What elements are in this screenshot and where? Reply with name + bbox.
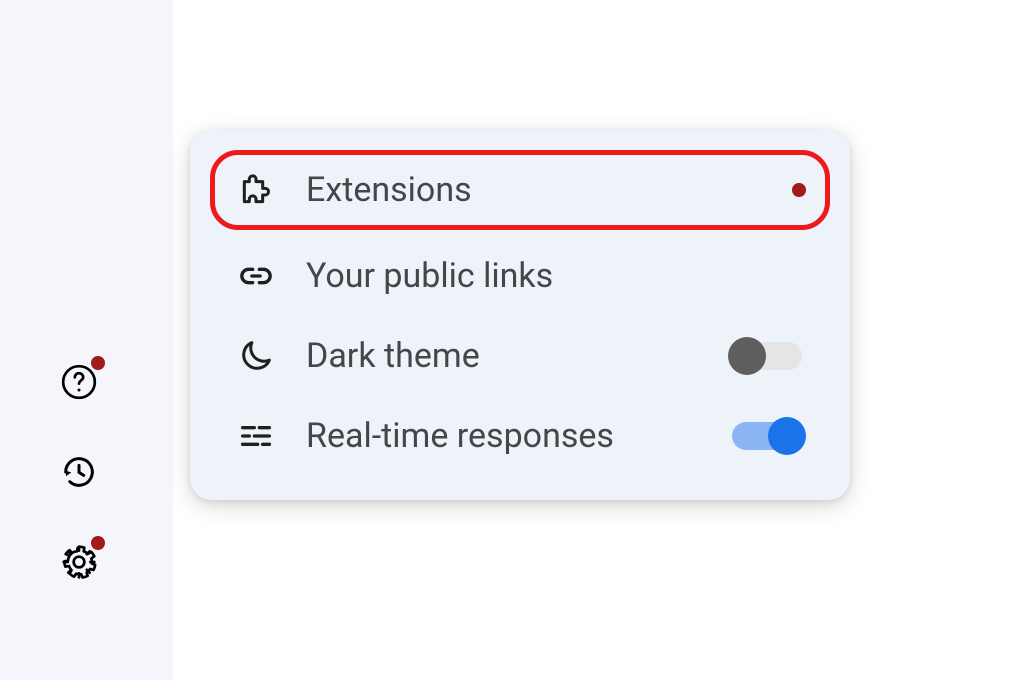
notification-dot-icon — [91, 536, 105, 550]
toggle-knob — [728, 337, 766, 375]
notification-dot-icon — [792, 183, 806, 197]
menu-item-label: Dark theme — [306, 336, 700, 376]
history-button[interactable] — [55, 450, 103, 498]
sidebar — [0, 0, 173, 680]
menu-item-label: Real-time responses — [306, 416, 700, 456]
menu-item-extensions[interactable]: Extensions — [210, 150, 830, 230]
notification-dot-icon — [91, 356, 105, 370]
link-icon — [234, 254, 278, 298]
dark-theme-toggle[interactable] — [728, 336, 806, 376]
sidebar-icon-column — [55, 360, 103, 588]
settings-menu-popup: Extensions Your public links Dark theme — [190, 130, 850, 500]
moon-icon — [234, 334, 278, 378]
realtime-icon — [234, 414, 278, 458]
realtime-toggle[interactable] — [728, 416, 806, 456]
extension-icon — [234, 168, 278, 212]
history-icon — [59, 452, 99, 496]
menu-item-label: Extensions — [306, 170, 746, 210]
menu-item-realtime-responses[interactable]: Real-time responses — [210, 396, 830, 476]
menu-item-label: Your public links — [306, 256, 806, 296]
settings-button[interactable] — [55, 540, 103, 588]
toggle-knob — [768, 417, 806, 455]
menu-item-public-links[interactable]: Your public links — [210, 236, 830, 316]
help-button[interactable] — [55, 360, 103, 408]
menu-item-dark-theme[interactable]: Dark theme — [210, 316, 830, 396]
